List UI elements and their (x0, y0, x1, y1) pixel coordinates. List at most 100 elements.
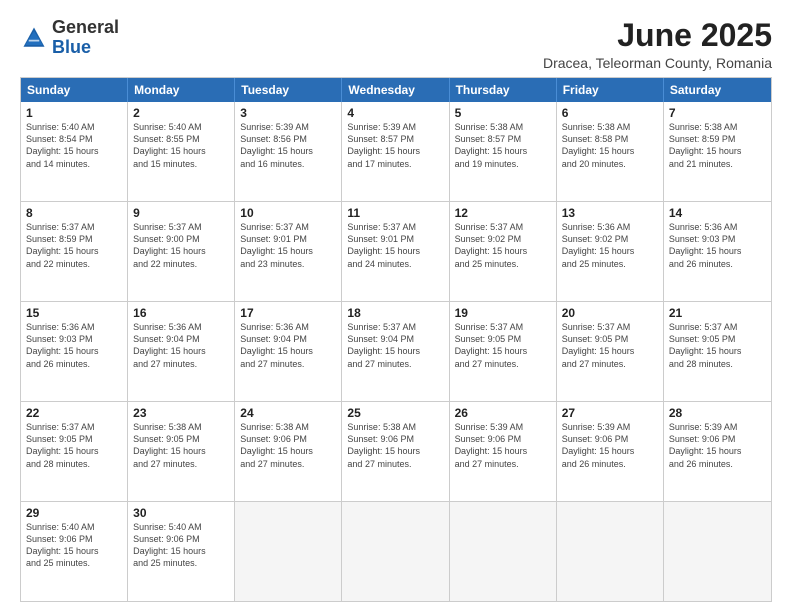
cell-text: Sunrise: 5:36 AMSunset: 9:04 PMDaylight:… (133, 321, 229, 370)
logo-general: General (52, 17, 119, 37)
calendar-cell: 26Sunrise: 5:39 AMSunset: 9:06 PMDayligh… (450, 402, 557, 501)
calendar-cell: 30Sunrise: 5:40 AMSunset: 9:06 PMDayligh… (128, 502, 235, 601)
day-number: 25 (347, 406, 443, 420)
day-number: 15 (26, 306, 122, 320)
calendar-cell: 13Sunrise: 5:36 AMSunset: 9:02 PMDayligh… (557, 202, 664, 301)
cell-text: Sunrise: 5:38 AMSunset: 8:59 PMDaylight:… (669, 121, 766, 170)
calendar-cell: 1Sunrise: 5:40 AMSunset: 8:54 PMDaylight… (21, 102, 128, 201)
title-block: June 2025 Dracea, Teleorman County, Roma… (543, 18, 772, 71)
cell-text: Sunrise: 5:38 AMSunset: 9:06 PMDaylight:… (240, 421, 336, 470)
day-number: 21 (669, 306, 766, 320)
calendar-row: 22Sunrise: 5:37 AMSunset: 9:05 PMDayligh… (21, 401, 771, 501)
day-number: 30 (133, 506, 229, 520)
calendar-cell: 18Sunrise: 5:37 AMSunset: 9:04 PMDayligh… (342, 302, 449, 401)
cell-text: Sunrise: 5:40 AMSunset: 8:55 PMDaylight:… (133, 121, 229, 170)
day-number: 9 (133, 206, 229, 220)
calendar-cell: 27Sunrise: 5:39 AMSunset: 9:06 PMDayligh… (557, 402, 664, 501)
calendar-cell: 10Sunrise: 5:37 AMSunset: 9:01 PMDayligh… (235, 202, 342, 301)
calendar-cell (557, 502, 664, 601)
day-number: 17 (240, 306, 336, 320)
calendar-header-cell: Saturday (664, 78, 771, 102)
day-number: 2 (133, 106, 229, 120)
calendar-cell: 12Sunrise: 5:37 AMSunset: 9:02 PMDayligh… (450, 202, 557, 301)
calendar-cell: 2Sunrise: 5:40 AMSunset: 8:55 PMDaylight… (128, 102, 235, 201)
calendar-cell: 6Sunrise: 5:38 AMSunset: 8:58 PMDaylight… (557, 102, 664, 201)
cell-text: Sunrise: 5:37 AMSunset: 9:05 PMDaylight:… (26, 421, 122, 470)
cell-text: Sunrise: 5:37 AMSunset: 9:01 PMDaylight:… (240, 221, 336, 270)
day-number: 26 (455, 406, 551, 420)
calendar-header-cell: Sunday (21, 78, 128, 102)
day-number: 27 (562, 406, 658, 420)
calendar-cell: 7Sunrise: 5:38 AMSunset: 8:59 PMDaylight… (664, 102, 771, 201)
calendar-row: 29Sunrise: 5:40 AMSunset: 9:06 PMDayligh… (21, 501, 771, 601)
cell-text: Sunrise: 5:40 AMSunset: 9:06 PMDaylight:… (26, 521, 122, 570)
cell-text: Sunrise: 5:37 AMSunset: 9:02 PMDaylight:… (455, 221, 551, 270)
calendar-cell: 24Sunrise: 5:38 AMSunset: 9:06 PMDayligh… (235, 402, 342, 501)
calendar-cell: 20Sunrise: 5:37 AMSunset: 9:05 PMDayligh… (557, 302, 664, 401)
calendar-body: 1Sunrise: 5:40 AMSunset: 8:54 PMDaylight… (21, 102, 771, 601)
cell-text: Sunrise: 5:37 AMSunset: 9:05 PMDaylight:… (562, 321, 658, 370)
day-number: 22 (26, 406, 122, 420)
day-number: 3 (240, 106, 336, 120)
calendar-cell (664, 502, 771, 601)
cell-text: Sunrise: 5:37 AMSunset: 8:59 PMDaylight:… (26, 221, 122, 270)
day-number: 18 (347, 306, 443, 320)
calendar-cell: 29Sunrise: 5:40 AMSunset: 9:06 PMDayligh… (21, 502, 128, 601)
header: General Blue June 2025 Dracea, Teleorman… (20, 18, 772, 71)
day-number: 1 (26, 106, 122, 120)
calendar-cell: 8Sunrise: 5:37 AMSunset: 8:59 PMDaylight… (21, 202, 128, 301)
day-number: 28 (669, 406, 766, 420)
day-number: 14 (669, 206, 766, 220)
logo: General Blue (20, 18, 119, 58)
day-number: 29 (26, 506, 122, 520)
day-number: 7 (669, 106, 766, 120)
calendar-cell (235, 502, 342, 601)
cell-text: Sunrise: 5:40 AMSunset: 9:06 PMDaylight:… (133, 521, 229, 570)
logo-blue: Blue (52, 37, 91, 57)
logo-text: General Blue (52, 18, 119, 58)
calendar-header-cell: Tuesday (235, 78, 342, 102)
cell-text: Sunrise: 5:38 AMSunset: 8:57 PMDaylight:… (455, 121, 551, 170)
calendar-cell: 22Sunrise: 5:37 AMSunset: 9:05 PMDayligh… (21, 402, 128, 501)
calendar-cell: 28Sunrise: 5:39 AMSunset: 9:06 PMDayligh… (664, 402, 771, 501)
calendar-header-cell: Friday (557, 78, 664, 102)
day-number: 20 (562, 306, 658, 320)
day-number: 19 (455, 306, 551, 320)
cell-text: Sunrise: 5:39 AMSunset: 9:06 PMDaylight:… (562, 421, 658, 470)
calendar: SundayMondayTuesdayWednesdayThursdayFrid… (20, 77, 772, 602)
day-number: 16 (133, 306, 229, 320)
day-number: 4 (347, 106, 443, 120)
cell-text: Sunrise: 5:36 AMSunset: 9:02 PMDaylight:… (562, 221, 658, 270)
logo-icon (20, 24, 48, 52)
calendar-row: 8Sunrise: 5:37 AMSunset: 8:59 PMDaylight… (21, 201, 771, 301)
title-location: Dracea, Teleorman County, Romania (543, 55, 772, 71)
calendar-header: SundayMondayTuesdayWednesdayThursdayFrid… (21, 78, 771, 102)
page: General Blue June 2025 Dracea, Teleorman… (0, 0, 792, 612)
calendar-cell: 9Sunrise: 5:37 AMSunset: 9:00 PMDaylight… (128, 202, 235, 301)
cell-text: Sunrise: 5:37 AMSunset: 9:04 PMDaylight:… (347, 321, 443, 370)
calendar-header-cell: Monday (128, 78, 235, 102)
calendar-cell: 17Sunrise: 5:36 AMSunset: 9:04 PMDayligh… (235, 302, 342, 401)
cell-text: Sunrise: 5:37 AMSunset: 9:05 PMDaylight:… (669, 321, 766, 370)
calendar-cell: 14Sunrise: 5:36 AMSunset: 9:03 PMDayligh… (664, 202, 771, 301)
title-month: June 2025 (543, 18, 772, 53)
day-number: 8 (26, 206, 122, 220)
calendar-cell: 21Sunrise: 5:37 AMSunset: 9:05 PMDayligh… (664, 302, 771, 401)
calendar-cell: 16Sunrise: 5:36 AMSunset: 9:04 PMDayligh… (128, 302, 235, 401)
cell-text: Sunrise: 5:39 AMSunset: 9:06 PMDaylight:… (455, 421, 551, 470)
cell-text: Sunrise: 5:38 AMSunset: 9:05 PMDaylight:… (133, 421, 229, 470)
calendar-cell: 23Sunrise: 5:38 AMSunset: 9:05 PMDayligh… (128, 402, 235, 501)
calendar-cell: 19Sunrise: 5:37 AMSunset: 9:05 PMDayligh… (450, 302, 557, 401)
cell-text: Sunrise: 5:39 AMSunset: 8:56 PMDaylight:… (240, 121, 336, 170)
cell-text: Sunrise: 5:39 AMSunset: 9:06 PMDaylight:… (669, 421, 766, 470)
day-number: 12 (455, 206, 551, 220)
day-number: 5 (455, 106, 551, 120)
calendar-header-cell: Thursday (450, 78, 557, 102)
cell-text: Sunrise: 5:36 AMSunset: 9:03 PMDaylight:… (669, 221, 766, 270)
cell-text: Sunrise: 5:36 AMSunset: 9:04 PMDaylight:… (240, 321, 336, 370)
day-number: 23 (133, 406, 229, 420)
cell-text: Sunrise: 5:39 AMSunset: 8:57 PMDaylight:… (347, 121, 443, 170)
calendar-cell: 4Sunrise: 5:39 AMSunset: 8:57 PMDaylight… (342, 102, 449, 201)
calendar-cell (342, 502, 449, 601)
cell-text: Sunrise: 5:36 AMSunset: 9:03 PMDaylight:… (26, 321, 122, 370)
